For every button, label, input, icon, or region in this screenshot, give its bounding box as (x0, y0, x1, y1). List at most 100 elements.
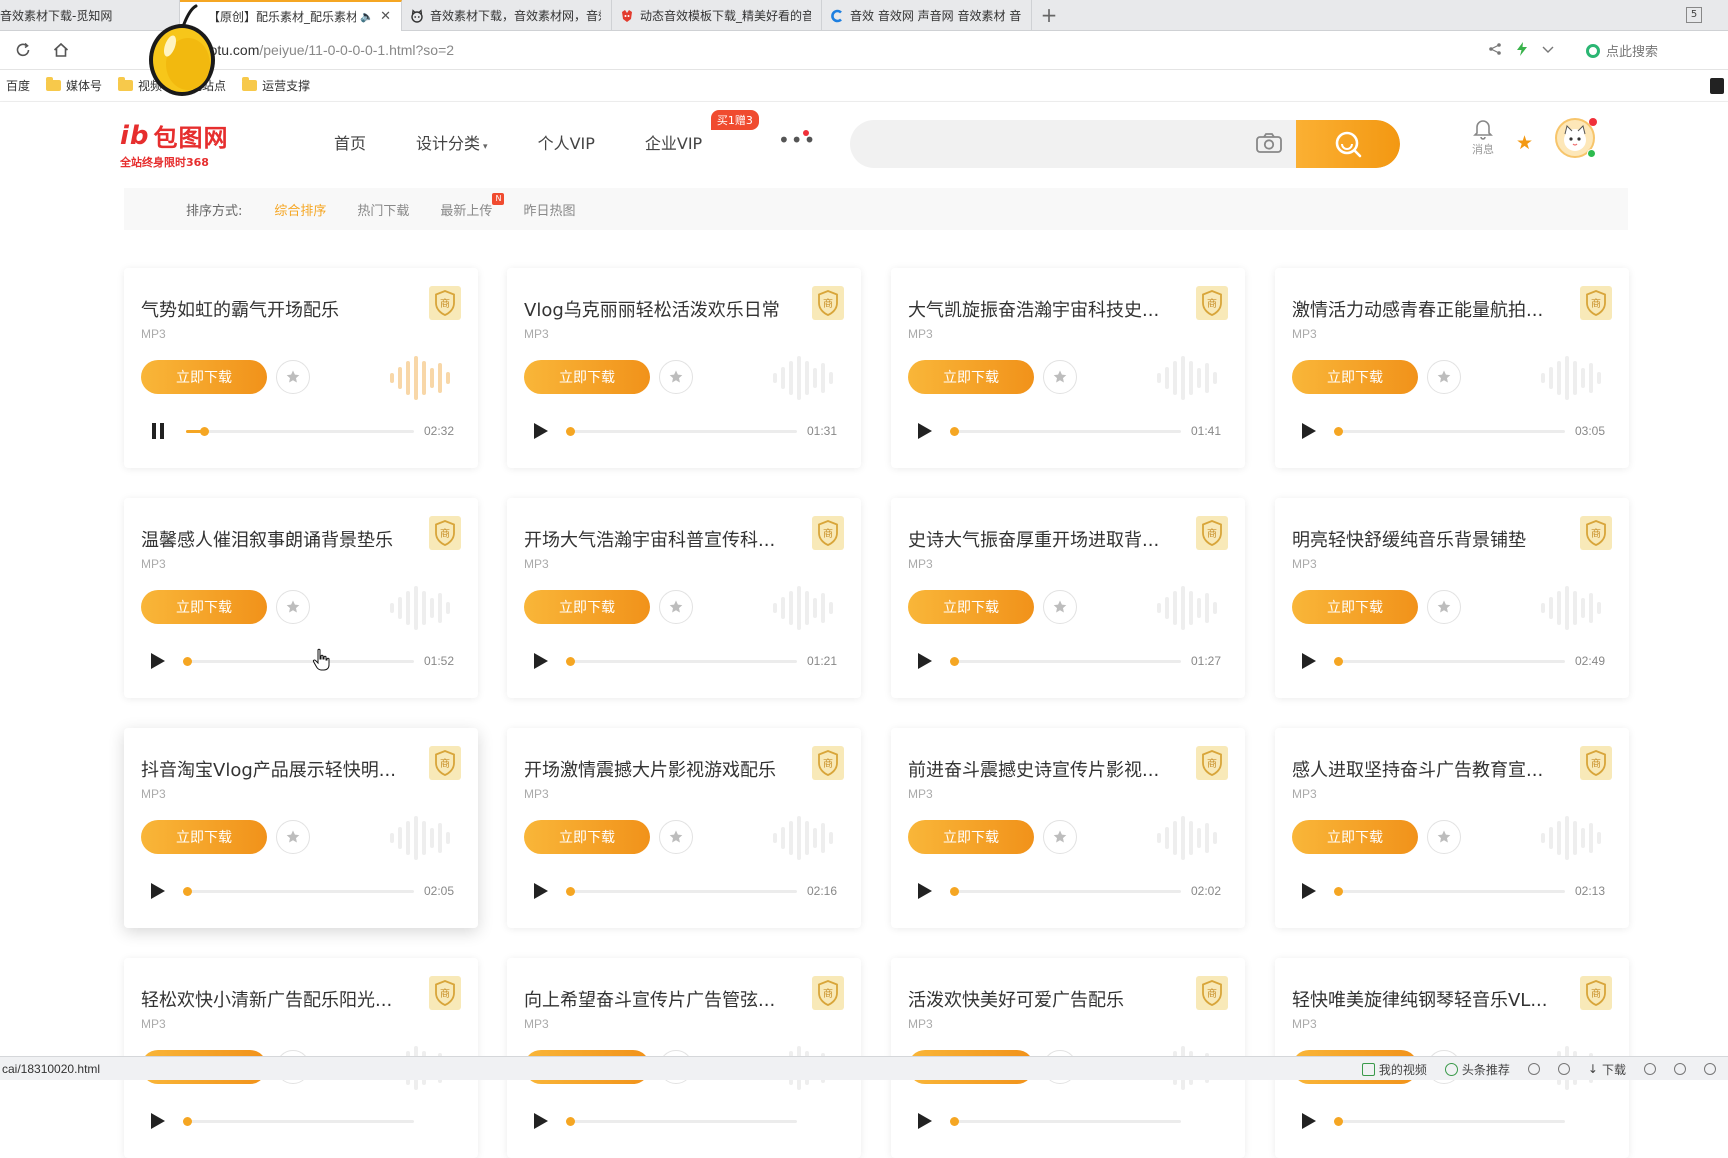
card-title[interactable]: 活泼欢快美好可爱广告配乐 (908, 986, 1170, 1012)
card-title[interactable]: 史诗大气振奋厚重开场进取背... (908, 526, 1170, 552)
favorites-star-icon[interactable]: ★ (1516, 132, 1533, 154)
play-button[interactable] (148, 651, 168, 671)
play-button[interactable] (915, 1111, 935, 1131)
play-button[interactable] (531, 881, 551, 901)
my-video-button[interactable]: 我的视频 (1361, 1061, 1427, 1078)
progress-knob[interactable] (566, 657, 575, 666)
favorite-button[interactable] (276, 820, 310, 854)
play-button[interactable] (1299, 421, 1319, 441)
card-title[interactable]: 抖音淘宝Vlog产品展示轻快明... (141, 756, 403, 782)
progress-track[interactable] (183, 657, 414, 666)
favorite-button[interactable] (659, 360, 693, 394)
site-search[interactable] (850, 120, 1400, 168)
music-card[interactable]: 气势如虹的霸气开场配乐 MP3 商 立即下载 02:32 (124, 268, 478, 468)
chevron-down-icon[interactable] (1542, 43, 1554, 58)
play-button[interactable] (531, 651, 551, 671)
progress-track[interactable] (566, 887, 797, 896)
progress-knob[interactable] (1334, 657, 1343, 666)
card-title[interactable]: 向上希望奋斗宣传片广告管弦... (524, 986, 786, 1012)
download-button[interactable]: 立即下载 (141, 820, 267, 854)
bookmark-folder[interactable]: 运营支撑 (242, 77, 310, 94)
favorite-button[interactable] (276, 360, 310, 394)
favorite-button[interactable] (659, 820, 693, 854)
download-button[interactable]: 立即下载 (141, 590, 267, 624)
play-button[interactable] (531, 1111, 551, 1131)
card-title[interactable]: 开场激情震撼大片影视游戏配乐 (524, 756, 786, 782)
progress-knob[interactable] (566, 427, 575, 436)
home-icon[interactable] (46, 35, 76, 65)
tool-icon[interactable] (1557, 1063, 1570, 1075)
pause-button[interactable] (148, 421, 168, 441)
card-title[interactable]: Vlog乌克丽丽轻松活泼欢乐日常 (524, 296, 786, 322)
favorite-button[interactable] (1427, 590, 1461, 624)
progress-track[interactable] (1334, 1117, 1565, 1126)
new-tab-button[interactable]: + (1032, 0, 1066, 30)
sort-option-newest[interactable]: 最新上传 N (440, 192, 505, 219)
downloads-button[interactable]: ↓ 下载 (1588, 1061, 1626, 1078)
card-title[interactable]: 前进奋斗震撼史诗宣传片影视... (908, 756, 1170, 782)
speaker-icon[interactable]: 🔈 (360, 10, 374, 23)
play-button[interactable] (915, 651, 935, 671)
favorite-button[interactable] (276, 590, 310, 624)
download-button[interactable]: 立即下载 (908, 590, 1034, 624)
music-card[interactable]: 前进奋斗震撼史诗宣传片影视... MP3 商 立即下载 02:02 (891, 728, 1245, 928)
play-button[interactable] (148, 1111, 168, 1131)
music-card[interactable]: 史诗大气振奋厚重开场进取背... MP3 商 立即下载 01:27 (891, 498, 1245, 698)
nav-personal-vip[interactable]: 个人VIP (538, 130, 595, 154)
progress-track[interactable] (1334, 427, 1565, 436)
play-button[interactable] (1299, 1111, 1319, 1131)
card-title[interactable]: 大气凯旋振奋浩瀚宇宙科技史... (908, 296, 1170, 322)
bookmark-folder[interactable]: 媒体号 (46, 77, 102, 94)
share-icon[interactable] (1488, 42, 1502, 60)
download-button[interactable]: 立即下载 (524, 820, 650, 854)
progress-knob[interactable] (200, 427, 210, 436)
download-button[interactable]: 立即下载 (908, 820, 1034, 854)
progress-knob[interactable] (183, 887, 192, 896)
sort-option-popular[interactable]: 热门下载 (357, 200, 409, 219)
music-card[interactable]: 开场激情震撼大片影视游戏配乐 MP3 商 立即下载 02:16 (507, 728, 861, 928)
progress-track[interactable] (950, 1117, 1181, 1126)
logo-promo[interactable]: 全站终身限时368 (120, 154, 240, 170)
site-logo[interactable]: ib 包图网 全站终身限时368 (120, 118, 240, 170)
progress-track[interactable] (950, 887, 1181, 896)
favorite-button[interactable] (1427, 820, 1461, 854)
favorite-button[interactable] (659, 590, 693, 624)
card-title[interactable]: 激情活力动感青春正能量航拍... (1292, 296, 1554, 322)
progress-track[interactable] (566, 1117, 797, 1126)
favorite-button[interactable] (1427, 360, 1461, 394)
music-card[interactable]: 激情活力动感青春正能量航拍... MP3 商 立即下载 03:05 (1275, 268, 1629, 468)
panda-icon[interactable] (1710, 78, 1724, 94)
music-card[interactable]: 大气凯旋振奋浩瀚宇宙科技史... MP3 商 立即下载 01:41 (891, 268, 1245, 468)
sort-option-comprehensive[interactable]: 综合排序 (274, 200, 326, 219)
card-title[interactable]: 气势如虹的霸气开场配乐 (141, 296, 403, 322)
download-button[interactable]: 立即下载 (524, 360, 650, 394)
music-card[interactable]: 抖音淘宝Vlog产品展示轻快明... MP3 商 立即下载 02:05 (124, 728, 478, 928)
download-button[interactable]: 立即下载 (1292, 820, 1418, 854)
play-button[interactable] (148, 881, 168, 901)
zoom-icon[interactable] (1704, 1063, 1716, 1075)
progress-track[interactable] (950, 657, 1181, 666)
bookmark-item[interactable]: 百度 (6, 77, 30, 94)
bolt-icon[interactable] (1516, 41, 1528, 60)
download-button[interactable]: 立即下载 (908, 360, 1034, 394)
music-card[interactable]: 开场大气浩瀚宇宙科普宣传科... MP3 商 立即下载 01:21 (507, 498, 861, 698)
progress-knob[interactable] (950, 1117, 959, 1126)
browser-tab[interactable]: 动态音效模板下载_精美好看的音 (612, 0, 822, 31)
play-button[interactable] (531, 421, 551, 441)
progress-knob[interactable] (1334, 887, 1343, 896)
progress-knob[interactable] (1334, 427, 1343, 436)
progress-knob[interactable] (566, 1117, 575, 1126)
music-card[interactable]: 明亮轻快舒缓纯音乐背景铺垫 MP3 商 立即下载 02:49 (1275, 498, 1629, 698)
favorite-button[interactable] (1043, 360, 1077, 394)
camera-icon[interactable] (1255, 132, 1283, 154)
nav-design-category[interactable]: 设计分类 ▾ (416, 130, 488, 154)
refresh-small-icon[interactable] (1527, 1063, 1540, 1075)
progress-knob[interactable] (566, 887, 575, 896)
music-card[interactable]: Vlog乌克丽丽轻松活泼欢乐日常 MP3 商 立即下载 01:31 (507, 268, 861, 468)
play-button[interactable] (1299, 881, 1319, 901)
card-title[interactable]: 开场大气浩瀚宇宙科普宣传科... (524, 526, 786, 552)
progress-track[interactable] (566, 657, 797, 666)
url-field[interactable]: baotu.com/peiyue/11-0-0-0-0-1.html?so=2 (194, 42, 454, 58)
favorite-button[interactable] (1043, 590, 1077, 624)
progress-knob[interactable] (183, 1117, 192, 1126)
